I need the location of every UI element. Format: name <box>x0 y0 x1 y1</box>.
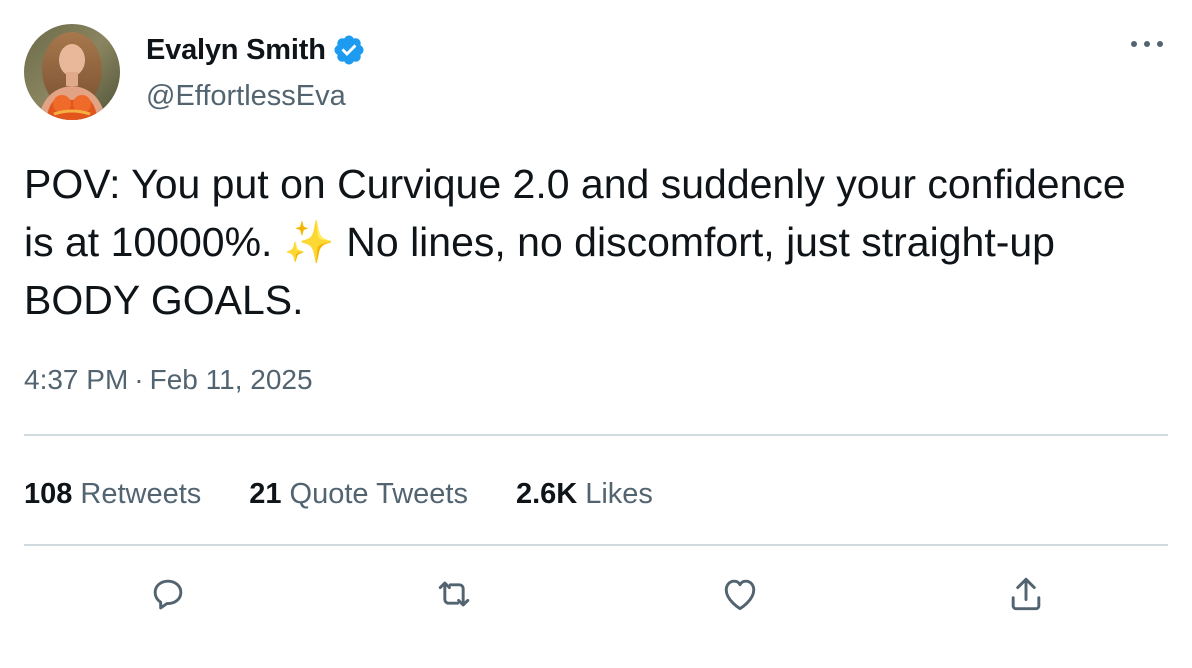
more-horizontal-icon[interactable] <box>1128 34 1166 54</box>
reply-icon[interactable] <box>144 570 192 618</box>
likes-label: Likes <box>585 477 653 510</box>
tweet-text: POV: You put on Curvique 2.0 and suddenl… <box>24 161 1138 323</box>
tweet-timestamp: 4:37 PM · Feb 11, 2025 <box>24 364 313 396</box>
author-name-row: Evalyn Smith <box>146 30 366 70</box>
avatar-image <box>24 24 120 120</box>
heart-icon[interactable] <box>716 570 764 618</box>
timestamp-separator: · <box>134 364 144 395</box>
verified-badge-icon <box>332 33 366 67</box>
divider-bottom <box>24 544 1168 546</box>
avatar[interactable] <box>24 24 120 120</box>
tweet-card: Evalyn Smith @EffortlessEva POV: You put… <box>0 0 1192 668</box>
likes-count: 2.6K <box>515 477 578 510</box>
retweet-icon[interactable] <box>430 570 478 618</box>
retweets-stat[interactable]: 108 Retweets <box>24 478 201 511</box>
quote-tweets-label: Quote Tweets <box>289 477 468 510</box>
tweet-stats: 108 Retweets 21 Quote Tweets 2.6K Likes <box>24 474 653 514</box>
quote-tweets-count: 21 <box>249 477 282 510</box>
tweet-date[interactable]: Feb 11, 2025 <box>150 364 313 396</box>
share-icon[interactable] <box>1002 570 1050 618</box>
action-bar <box>0 570 1192 620</box>
retweets-count: 108 <box>24 477 73 510</box>
divider-top <box>24 434 1168 436</box>
tweet-time[interactable]: 4:37 PM <box>24 364 128 396</box>
author-handle[interactable]: @EffortlessEva <box>146 80 346 113</box>
likes-stat[interactable]: 2.6K Likes <box>516 478 653 511</box>
retweets-label: Retweets <box>80 477 202 510</box>
author-display-name[interactable]: Evalyn Smith <box>146 34 326 67</box>
quote-tweets-stat[interactable]: 21 Quote Tweets <box>249 478 468 511</box>
